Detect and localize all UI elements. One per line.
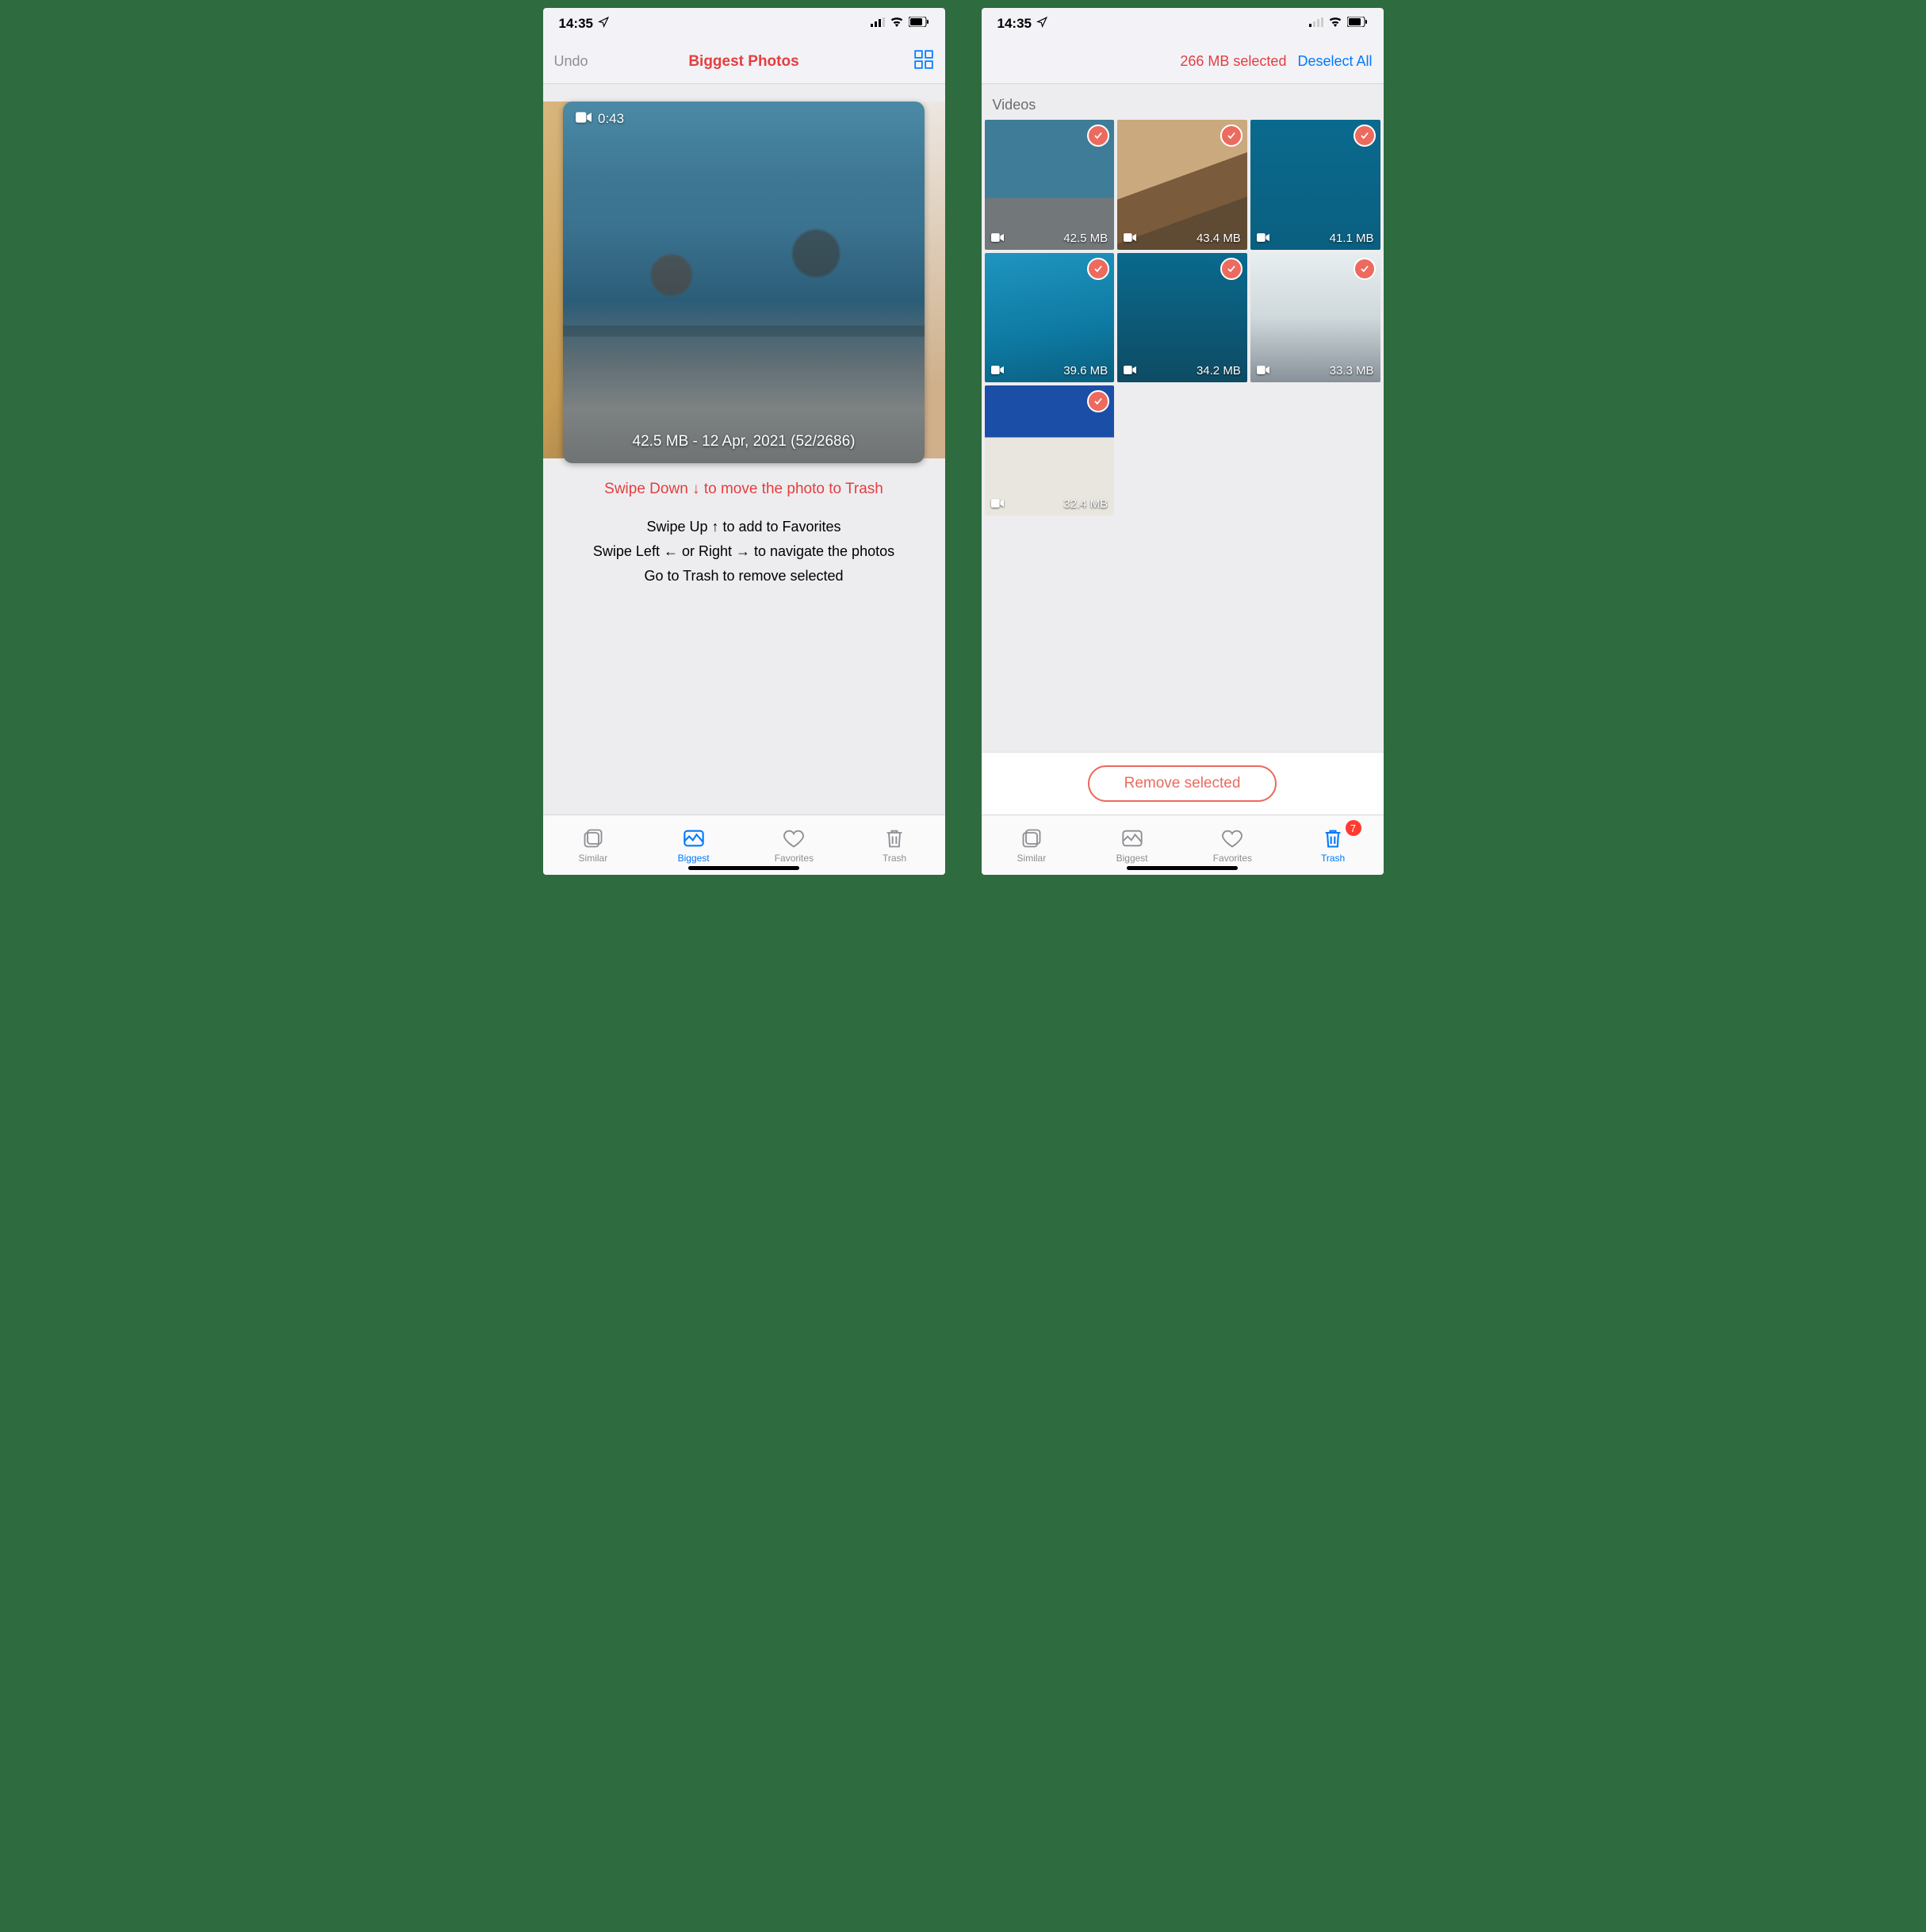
page-title: Biggest Photos	[543, 53, 945, 71]
video-icon	[1124, 232, 1136, 245]
nav-bar: Undo Biggest Photos	[543, 40, 945, 84]
tab-biggest-label: Biggest	[678, 853, 710, 864]
video-thumb[interactable]: 43.4 MB	[1117, 120, 1247, 250]
selected-checkmark-icon[interactable]	[1087, 390, 1109, 412]
video-grid: 42.5 MB 43.4 MB 41.1 MB 39.6 MB 34.2 MB …	[982, 120, 1384, 516]
status-time: 14:35	[559, 16, 593, 32]
left-screen: 14:35 Undo Biggest Photos 0:43 42.5 MB -…	[543, 8, 945, 875]
video-thumb[interactable]: 32.4 MB	[985, 385, 1115, 516]
battery-icon	[1347, 17, 1368, 31]
main-photo[interactable]: 0:43 42.5 MB - 12 Apr, 2021 (52/2686)	[563, 102, 925, 463]
video-size: 39.6 MB	[1063, 364, 1108, 378]
tab-similar[interactable]: Similar	[543, 815, 644, 875]
deselect-all-button[interactable]: Deselect All	[1297, 53, 1372, 70]
section-title: Videos	[982, 84, 1384, 120]
signal-icon	[871, 17, 885, 31]
location-icon	[1036, 16, 1047, 32]
hint-goto-trash: Go to Trash to remove selected	[557, 568, 931, 585]
selected-checkmark-icon[interactable]	[1087, 125, 1109, 147]
hint-swipe-lr: Swipe Left ← or Right → to navigate the …	[557, 543, 931, 560]
video-size: 41.1 MB	[1330, 232, 1374, 245]
selected-checkmark-icon[interactable]	[1354, 125, 1376, 147]
video-icon	[1257, 232, 1269, 245]
bottom-button-bar: Remove selected	[982, 752, 1384, 815]
tab-trash[interactable]: 7 Trash	[1283, 815, 1384, 875]
tab-trash-label: Trash	[1321, 853, 1345, 864]
wifi-icon	[890, 17, 904, 31]
video-size: 34.2 MB	[1197, 364, 1241, 378]
video-icon	[1257, 364, 1269, 378]
video-icon	[991, 232, 1004, 245]
video-size: 33.3 MB	[1330, 364, 1374, 378]
selected-checkmark-icon[interactable]	[1220, 258, 1243, 280]
tab-biggest-label: Biggest	[1116, 853, 1148, 864]
video-thumb[interactable]: 42.5 MB	[985, 120, 1115, 250]
location-icon	[598, 16, 609, 32]
undo-button[interactable]: Undo	[554, 53, 588, 70]
status-bar: 14:35	[543, 8, 945, 40]
video-icon	[576, 111, 592, 127]
tab-favorites-label: Favorites	[775, 853, 814, 864]
tab-similar-label: Similar	[579, 853, 608, 864]
status-bar: 14:35	[982, 8, 1384, 40]
video-duration: 0:43	[598, 111, 624, 127]
selected-checkmark-icon[interactable]	[1087, 258, 1109, 280]
grid-view-button[interactable]	[913, 49, 934, 75]
status-time: 14:35	[997, 16, 1032, 32]
selected-size-label: 266 MB selected	[1180, 53, 1286, 70]
video-size: 43.4 MB	[1197, 232, 1241, 245]
tab-favorites-label: Favorites	[1213, 853, 1252, 864]
home-indicator[interactable]	[1127, 866, 1238, 870]
hint-swipe-down: Swipe Down ↓ to move the photo to Trash	[557, 481, 931, 498]
video-thumb[interactable]: 34.2 MB	[1117, 253, 1247, 383]
wifi-icon	[1328, 17, 1342, 31]
video-size: 42.5 MB	[1063, 232, 1108, 245]
selected-checkmark-icon[interactable]	[1220, 125, 1243, 147]
tab-similar-label: Similar	[1017, 853, 1047, 864]
hint-swipe-up: Swipe Up ↑ to add to Favorites	[557, 519, 931, 535]
video-thumb[interactable]: 41.1 MB	[1250, 120, 1380, 250]
remove-selected-button[interactable]: Remove selected	[1088, 765, 1277, 802]
signal-icon	[1309, 17, 1323, 31]
trash-badge: 7	[1346, 820, 1361, 836]
tab-similar[interactable]: Similar	[982, 815, 1082, 875]
right-screen: 14:35 266 MB selected Deselect All Video…	[982, 8, 1384, 875]
video-icon	[991, 497, 1004, 511]
nav-bar: 266 MB selected Deselect All	[982, 40, 1384, 84]
battery-icon	[909, 17, 929, 31]
tab-trash-label: Trash	[883, 853, 906, 864]
video-icon	[991, 364, 1004, 378]
photo-caption: 42.5 MB - 12 Apr, 2021 (52/2686)	[563, 433, 925, 450]
selected-checkmark-icon[interactable]	[1354, 258, 1376, 280]
video-thumb[interactable]: 33.3 MB	[1250, 253, 1380, 383]
home-indicator[interactable]	[688, 866, 799, 870]
video-icon	[1124, 364, 1136, 378]
tab-trash[interactable]: Trash	[844, 815, 945, 875]
video-thumb[interactable]: 39.6 MB	[985, 253, 1115, 383]
video-size: 32.4 MB	[1063, 497, 1108, 511]
